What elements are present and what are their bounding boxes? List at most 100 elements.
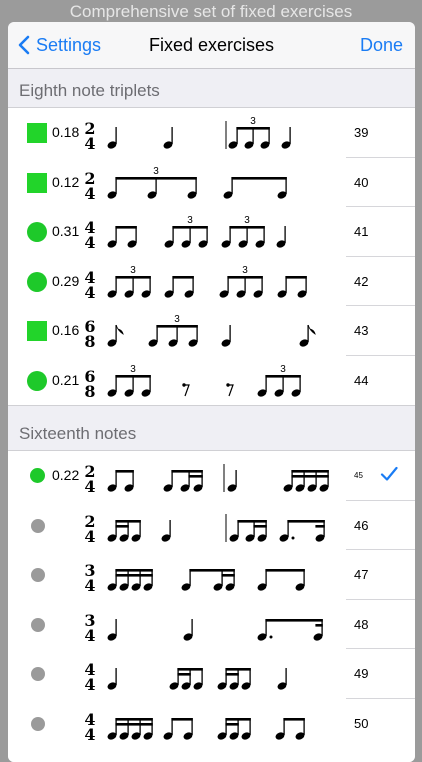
progress-indicator-icon [31, 518, 45, 533]
note-beam [236, 127, 270, 130]
note-beam [177, 673, 191, 676]
note-beam [237, 519, 267, 523]
progress-indicator-icon [31, 716, 45, 731]
note-beam [291, 470, 329, 473]
note-beam [285, 275, 307, 279]
exercise-row[interactable]: 0.12 2 4 3 40 [8, 158, 415, 207]
note-beam [172, 226, 208, 229]
exercise-number: 40 [354, 174, 369, 190]
exercise-row[interactable]: 0.21 6 8 3 3 44 [8, 356, 415, 406]
exercise-score: 0.29 [52, 272, 80, 289]
exercise-score: 0.16 [52, 322, 80, 338]
done-button[interactable]: Done [360, 22, 403, 68]
note-beam [225, 722, 239, 726]
rhythm-notation: 44 [84, 710, 305, 744]
rhythm-notation: 24 [84, 462, 329, 496]
note-beam [172, 275, 194, 279]
exercise-row[interactable]: 2 4 46 [8, 501, 415, 550]
eighth-rest [228, 383, 234, 396]
rhythm-notation: 683 [84, 314, 316, 351]
time-signature-bottom: 4 [84, 675, 95, 694]
note-beam [265, 569, 305, 572]
time-signature-bottom: 4 [84, 576, 95, 595]
note-beam [177, 668, 203, 671]
progress-indicator-icon [27, 123, 47, 143]
note-flag [307, 324, 316, 335]
note-beam [115, 275, 151, 279]
exercise-row[interactable]: 0.22 2 4 45 [8, 451, 415, 501]
progress-indicator-icon [31, 617, 45, 632]
exercise-row[interactable]: 3 4 47 [8, 550, 415, 600]
rhythm-notation: 243 [84, 166, 287, 203]
exercise-number: 39 [354, 125, 369, 140]
note-beam [283, 717, 305, 721]
rhythm-notation: 34 [84, 561, 305, 595]
exercise-row[interactable]: 3 4 48 [8, 600, 415, 649]
note-beam [115, 524, 129, 528]
progress-indicator-icon [27, 172, 47, 193]
time-signature-bottom: 8 [84, 332, 95, 351]
section-header-sixteenths: Sixteenth notes [19, 424, 137, 443]
progress-indicator-icon [27, 321, 47, 341]
back-button-label: Settings [36, 34, 102, 55]
progress-indicator-icon [27, 271, 47, 292]
note-beam [231, 176, 287, 180]
note-beam [287, 519, 325, 523]
eighth-rest [184, 383, 190, 396]
exercise-number: 45 [354, 471, 363, 480]
note-beam [315, 623, 323, 627]
note-beam [115, 176, 197, 180]
note-beam [115, 574, 153, 577]
exercise-row[interactable]: 0.31 4 4 3 3 41 [8, 207, 415, 257]
exercise-number: 48 [354, 616, 369, 632]
time-signature-bottom: 4 [84, 283, 95, 302]
rhythm-notation: 443 3 [84, 215, 286, 252]
time-signature-bottom: 4 [84, 184, 95, 203]
time-signature-bottom: 4 [84, 477, 95, 496]
note-beam [315, 524, 325, 528]
note-beam [115, 226, 137, 229]
exercise-row[interactable]: 0.29 4 4 3 3 42 [8, 257, 415, 306]
chevron-left-icon [18, 35, 30, 55]
note-beam [221, 574, 235, 577]
rhythm-notation: 683 3 [84, 364, 301, 401]
exercise-row[interactable]: 0.16 6 8 3 43 [8, 306, 415, 356]
exercise-score: 0.18 [52, 124, 80, 140]
rhythm-notation: 443 3 [84, 265, 307, 302]
progress-indicator-icon [27, 222, 47, 242]
triplet-label: 3 [174, 314, 180, 325]
triplet-label: 3 [187, 215, 193, 226]
time-signature-bottom: 4 [84, 233, 95, 252]
exercise-row[interactable]: 4 4 49 [8, 649, 415, 699]
section-header-triplets: Eighth note triplets [19, 81, 160, 100]
note-beam [115, 717, 153, 721]
exercise-number: 46 [354, 517, 369, 533]
note-beam [227, 275, 263, 279]
exercise-list-triplets: 0.18 2 4 3 39 0.12 2 4 3 40 0.31 4 4 3 3 41 0.29 4 4 3 3 42 0.… [8, 107, 415, 406]
exercise-number: 50 [354, 715, 369, 731]
exercise-number: 42 [354, 273, 369, 289]
time-signature-bottom: 4 [84, 527, 95, 546]
triplet-label: 3 [153, 166, 159, 177]
back-button[interactable]: Settings [18, 22, 101, 68]
note-beam [115, 569, 153, 572]
time-signature-bottom: 4 [84, 134, 95, 153]
progress-indicator-icon [27, 370, 47, 391]
exercise-number: 49 [354, 666, 369, 681]
note-beam [225, 668, 251, 671]
time-signature-bottom: 4 [84, 725, 95, 744]
exercise-row[interactable]: 0.18 2 4 3 39 [8, 108, 415, 158]
note-beam [189, 569, 235, 572]
navigation-bar: Settings Fixed exercises Done [8, 22, 415, 69]
exercise-number: 47 [354, 567, 369, 582]
note-beam [265, 618, 323, 622]
exercise-row[interactable]: 4 4 50 [8, 699, 415, 749]
screenshot-banner: Comprehensive set of fixed exercises [69, 2, 353, 21]
progress-indicator-icon [31, 667, 45, 681]
note-beam [171, 717, 193, 721]
exercise-score: 0.31 [52, 223, 80, 239]
rhythm-notation: 24 [84, 512, 325, 546]
exercise-score: 0.12 [52, 173, 80, 190]
exercise-number: 43 [354, 323, 369, 338]
note-beam [229, 226, 265, 229]
